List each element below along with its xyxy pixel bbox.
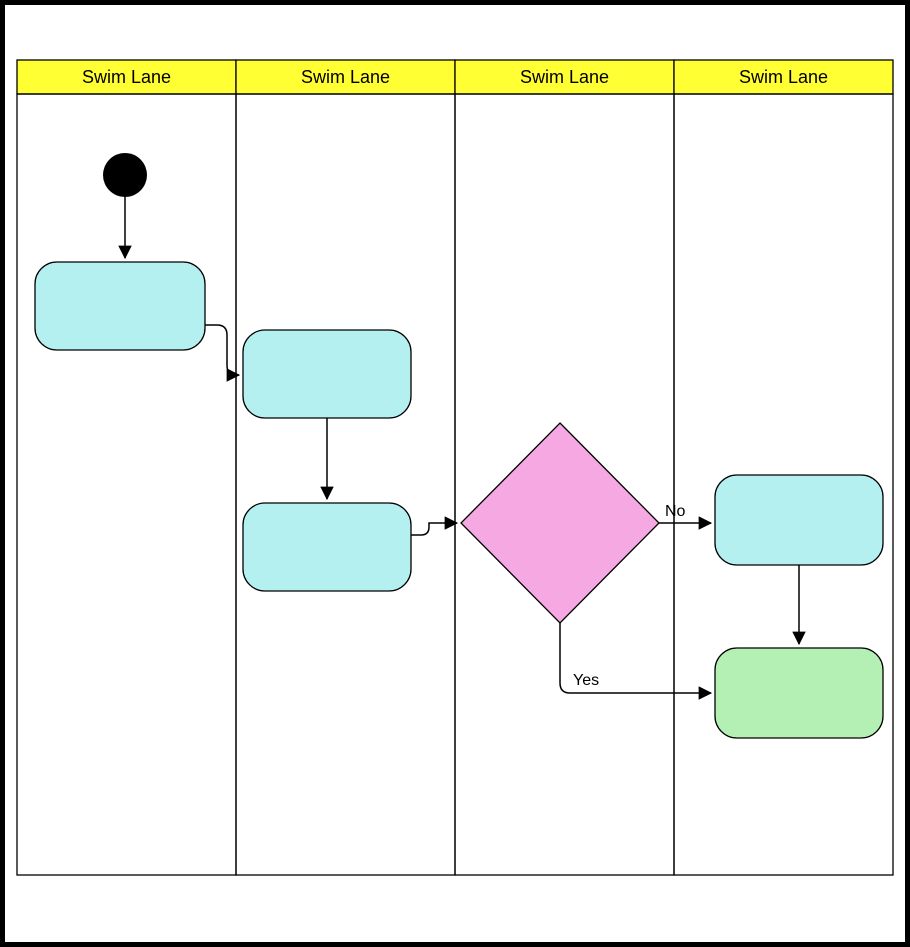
lane-label-1: Swim Lane xyxy=(82,67,171,87)
edge-label-yes: Yes xyxy=(573,672,599,689)
decision-node[interactable] xyxy=(461,423,659,623)
task-node-2[interactable] xyxy=(243,330,411,418)
start-node[interactable] xyxy=(103,153,147,197)
pool: Swim Lane Swim Lane Swim Lane Swim Lane xyxy=(17,60,893,875)
diagram-frame: Swim Lane Swim Lane Swim Lane Swim Lane xyxy=(0,0,910,947)
task-node-5[interactable] xyxy=(715,648,883,738)
edge-label-no: No xyxy=(665,503,686,520)
task-node-3[interactable] xyxy=(243,503,411,591)
lane-label-3: Swim Lane xyxy=(520,67,609,87)
lane-body-2 xyxy=(236,94,455,875)
swimlane-diagram: Swim Lane Swim Lane Swim Lane Swim Lane xyxy=(5,5,905,942)
edge-task1-task2 xyxy=(205,325,239,375)
edge-task3-decision xyxy=(411,523,457,535)
task-node-4[interactable] xyxy=(715,475,883,565)
lane-body-1 xyxy=(17,94,236,875)
lane-label-2: Swim Lane xyxy=(301,67,390,87)
lane-label-4: Swim Lane xyxy=(739,67,828,87)
task-node-1[interactable] xyxy=(35,262,205,350)
